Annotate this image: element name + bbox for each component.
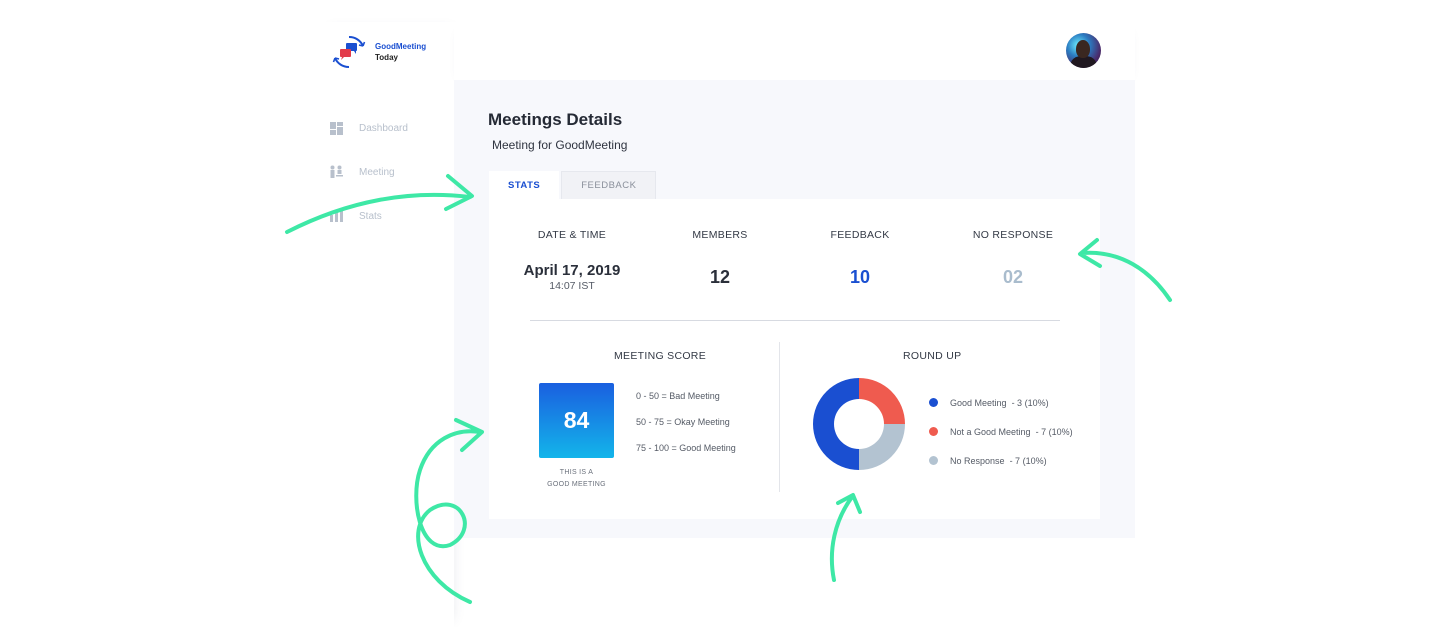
meeting-date: April 17, 2019 (523, 262, 621, 279)
meeting-score-value: 84 (539, 383, 614, 458)
legend-dot (929, 398, 938, 407)
round-up-legend: Good Meeting - 3 (10%) Not a Good Meetin… (929, 388, 1073, 475)
dashboard-icon (329, 121, 343, 135)
caption-line: GOOD MEETING (547, 481, 606, 488)
no-response-count: 02 (1002, 267, 1024, 287)
sidebar-item-stats[interactable]: Stats (329, 205, 408, 227)
stat-label: DATE & TIME (537, 229, 607, 241)
score-scale-item: 75 - 100 = Good Meeting (636, 443, 736, 453)
avatar-face (1076, 40, 1090, 58)
legend-detail: - 3 (10%) (1011, 397, 1049, 408)
page-title: Meetings Details (488, 110, 623, 129)
round-up-donut-chart (813, 378, 905, 470)
sidebar-item-label: Stats (359, 210, 382, 222)
legend-dot (929, 456, 938, 465)
app-logo[interactable]: GoodMeeting Today (330, 34, 426, 70)
meeting-score-title: MEETING SCORE (614, 350, 706, 362)
stats-icon (329, 209, 343, 223)
tab-bar: STATS FEEDBACK (489, 171, 657, 199)
tab-stats[interactable]: STATS (489, 171, 560, 199)
meeting-score-caption: THIS IS A GOOD MEETING (534, 467, 619, 491)
meeting-time: 14:07 IST (549, 280, 595, 292)
legend-label: Not a Good Meeting (950, 426, 1031, 437)
score-scale-item: 0 - 50 = Bad Meeting (636, 391, 720, 401)
stat-label: MEMBERS (692, 229, 748, 241)
sidebar-item-dashboard[interactable]: Dashboard (329, 117, 408, 139)
score-scale-legend: 0 - 50 = Bad Meeting 50 - 75 = Okay Meet… (636, 391, 736, 469)
sidebar-nav: Dashboard Meeting Stats (329, 117, 408, 249)
donut-slice (859, 424, 905, 470)
legend-label: No Response (950, 455, 1005, 466)
logo-subtitle: Today (375, 53, 398, 62)
stat-label: NO RESPONSE (972, 229, 1054, 241)
logo-chat-icon (332, 35, 366, 69)
legend-detail: - 7 (10%) (1035, 426, 1073, 437)
page-subtitle: Meeting for GoodMeeting (492, 138, 628, 152)
score-scale-item: 50 - 75 = Okay Meeting (636, 417, 730, 427)
stat-label: FEEDBACK (830, 229, 890, 241)
logo-title: GoodMeeting (375, 42, 427, 51)
caption-line: THIS IS A (559, 469, 594, 476)
legend-detail: - 7 (10%) (1009, 455, 1047, 466)
sidebar: GoodMeeting Today Dashboard Meeting Stat… (316, 22, 454, 627)
meeting-icon (329, 165, 343, 179)
section-divider (530, 320, 1060, 321)
top-bar (454, 22, 1135, 80)
round-up-title: ROUND UP (903, 350, 962, 362)
legend-item-not-good: Not a Good Meeting - 7 (10%) (929, 417, 1073, 446)
feedback-count: 10 (849, 267, 871, 287)
donut-slice (859, 378, 905, 424)
stat-date-time: DATE & TIME April 17, 2019 14:07 IST (492, 229, 652, 292)
user-avatar[interactable] (1066, 33, 1101, 68)
stats-card: DATE & TIME April 17, 2019 14:07 IST MEM… (489, 199, 1100, 519)
legend-item-no-response: No Response - 7 (10%) (929, 446, 1073, 475)
stat-no-response: NO RESPONSE 02 (933, 229, 1093, 288)
vertical-divider (779, 342, 780, 492)
legend-label: Good Meeting (950, 397, 1007, 408)
sidebar-item-meeting[interactable]: Meeting (329, 161, 408, 183)
tab-feedback[interactable]: FEEDBACK (561, 171, 657, 199)
stat-feedback: FEEDBACK 10 (780, 229, 940, 288)
members-count: 12 (709, 267, 731, 287)
legend-dot (929, 427, 938, 436)
main-content: Meetings Details Meeting for GoodMeeting… (454, 80, 1135, 538)
donut-slice (813, 378, 859, 470)
legend-item-good: Good Meeting - 3 (10%) (929, 388, 1073, 417)
stat-members: MEMBERS 12 (640, 229, 800, 288)
sidebar-item-label: Meeting (359, 166, 395, 178)
sidebar-item-label: Dashboard (359, 122, 408, 134)
